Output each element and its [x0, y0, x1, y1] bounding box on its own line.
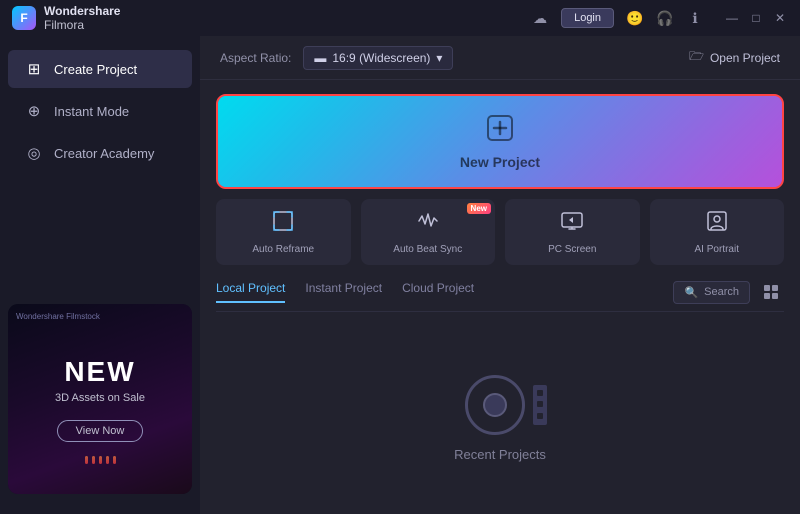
ad-logo: Wondershare Filmstock	[16, 312, 100, 321]
search-placeholder: Search	[704, 286, 739, 298]
auto-reframe-icon	[271, 209, 295, 239]
film-reel	[465, 375, 525, 435]
ai-portrait-label: AI Portrait	[695, 244, 739, 255]
spark-4	[106, 456, 109, 464]
film-hole-3	[537, 413, 543, 419]
spark-5	[113, 456, 116, 464]
cloud-icon[interactable]: ☁	[531, 9, 549, 27]
spark-3	[99, 456, 102, 464]
auto-beat-sync-label: Auto Beat Sync	[393, 244, 462, 255]
main-layout: ⊞ Create Project ⊕ Instant Mode ◎ Creato…	[0, 36, 800, 514]
aspect-ratio-value: 16:9 (Widescreen)	[332, 51, 430, 65]
info-icon[interactable]: ℹ	[686, 9, 704, 27]
project-section: Local Project Instant Project Cloud Proj…	[200, 279, 800, 514]
new-project-content: New Project	[460, 114, 540, 170]
feature-tile-pc-screen[interactable]: PC Screen	[505, 199, 640, 265]
new-project-icon	[486, 114, 514, 148]
sidebar-item-label-create: Create Project	[54, 62, 137, 77]
instant-mode-icon: ⊕	[24, 102, 44, 120]
film-hole-1	[537, 390, 543, 396]
title-bar: F Wondershare Filmora ☁ Login 🙂 🎧 ℹ — □ …	[0, 0, 800, 36]
sidebar-item-instant-mode[interactable]: ⊕ Instant Mode	[8, 92, 192, 130]
maximize-button[interactable]: □	[748, 10, 764, 26]
new-project-label: New Project	[460, 154, 540, 170]
open-project-icon: 🗁	[689, 47, 704, 68]
minimize-button[interactable]: —	[724, 10, 740, 26]
login-button[interactable]: Login	[561, 8, 614, 28]
sidebar-ad: Wondershare Filmstock NEW 3D Assets on S…	[8, 304, 192, 494]
tab-cloud-project[interactable]: Cloud Project	[402, 281, 474, 303]
sidebar-item-creator-academy[interactable]: ◎ Creator Academy	[8, 134, 192, 172]
tab-local-project[interactable]: Local Project	[216, 281, 285, 303]
grid-view-button[interactable]	[758, 279, 784, 305]
recent-projects-label: Recent Projects	[454, 447, 546, 462]
title-bar-right: ☁ Login 🙂 🎧 ℹ — □ ✕	[531, 8, 788, 28]
ai-portrait-icon	[705, 209, 729, 239]
search-icon: 🔍	[684, 286, 698, 299]
pc-screen-label: PC Screen	[548, 244, 596, 255]
feature-tile-auto-beat-sync[interactable]: New Auto Beat Sync	[361, 199, 496, 265]
auto-reframe-label: Auto Reframe	[252, 244, 314, 255]
headphone-icon[interactable]: 🎧	[656, 9, 674, 27]
film-strip	[533, 385, 547, 425]
window-controls: — □ ✕	[724, 10, 788, 26]
sidebar-item-label-instant: Instant Mode	[54, 104, 129, 119]
feature-tile-auto-reframe[interactable]: Auto Reframe	[216, 199, 351, 265]
aspect-ratio-icon: ▬	[314, 51, 326, 65]
open-project-label: Open Project	[710, 51, 780, 65]
project-tabs-row: Local Project Instant Project Cloud Proj…	[216, 279, 784, 312]
feature-tiles: Auto Reframe New Auto Beat Sync	[200, 199, 800, 265]
app-logo-icon: F	[12, 6, 36, 30]
film-hole-2	[537, 401, 543, 407]
toolbar: Aspect Ratio: ▬ 16:9 (Widescreen) ▾ 🗁 Op…	[200, 36, 800, 80]
new-project-banner[interactable]: New Project	[216, 94, 784, 189]
aspect-ratio-label: Aspect Ratio:	[220, 51, 291, 65]
app-brand: Wondershare	[44, 4, 120, 18]
ad-content: Wondershare Filmstock NEW 3D Assets on S…	[8, 304, 192, 494]
recent-projects-empty: Recent Projects	[216, 322, 784, 514]
film-icon	[465, 375, 535, 435]
app-title: Wondershare Filmora	[44, 4, 120, 33]
open-project-button[interactable]: 🗁 Open Project	[689, 47, 780, 68]
auto-beat-sync-icon	[416, 209, 440, 239]
spark-2	[92, 456, 95, 464]
close-button[interactable]: ✕	[772, 10, 788, 26]
ad-view-now-button[interactable]: View Now	[57, 420, 144, 442]
creator-academy-icon: ◎	[24, 144, 44, 162]
aspect-ratio-select[interactable]: ▬ 16:9 (Widescreen) ▾	[303, 46, 453, 70]
feature-tile-ai-portrait[interactable]: AI Portrait	[650, 199, 785, 265]
aspect-ratio-chevron: ▾	[436, 51, 442, 65]
sidebar: ⊞ Create Project ⊕ Instant Mode ◎ Creato…	[0, 36, 200, 514]
pc-screen-icon	[560, 209, 584, 239]
project-tabs: Local Project Instant Project Cloud Proj…	[216, 281, 673, 303]
create-project-icon: ⊞	[24, 60, 44, 78]
tab-instant-project[interactable]: Instant Project	[305, 281, 382, 303]
project-search[interactable]: 🔍 Search	[673, 281, 750, 304]
ad-sparks	[8, 456, 192, 464]
smiley-icon[interactable]: 🙂	[626, 9, 644, 27]
auto-beat-new-badge: New	[467, 203, 491, 214]
spark-1	[85, 456, 88, 464]
ad-headline: NEW	[64, 356, 135, 388]
title-bar-left: F Wondershare Filmora	[12, 4, 120, 33]
sidebar-item-label-academy: Creator Academy	[54, 146, 154, 161]
app-name: Filmora	[44, 18, 84, 32]
sidebar-item-create-project[interactable]: ⊞ Create Project	[8, 50, 192, 88]
content-area: Aspect Ratio: ▬ 16:9 (Widescreen) ▾ 🗁 Op…	[200, 36, 800, 514]
ad-subtitle: 3D Assets on Sale	[55, 392, 145, 404]
